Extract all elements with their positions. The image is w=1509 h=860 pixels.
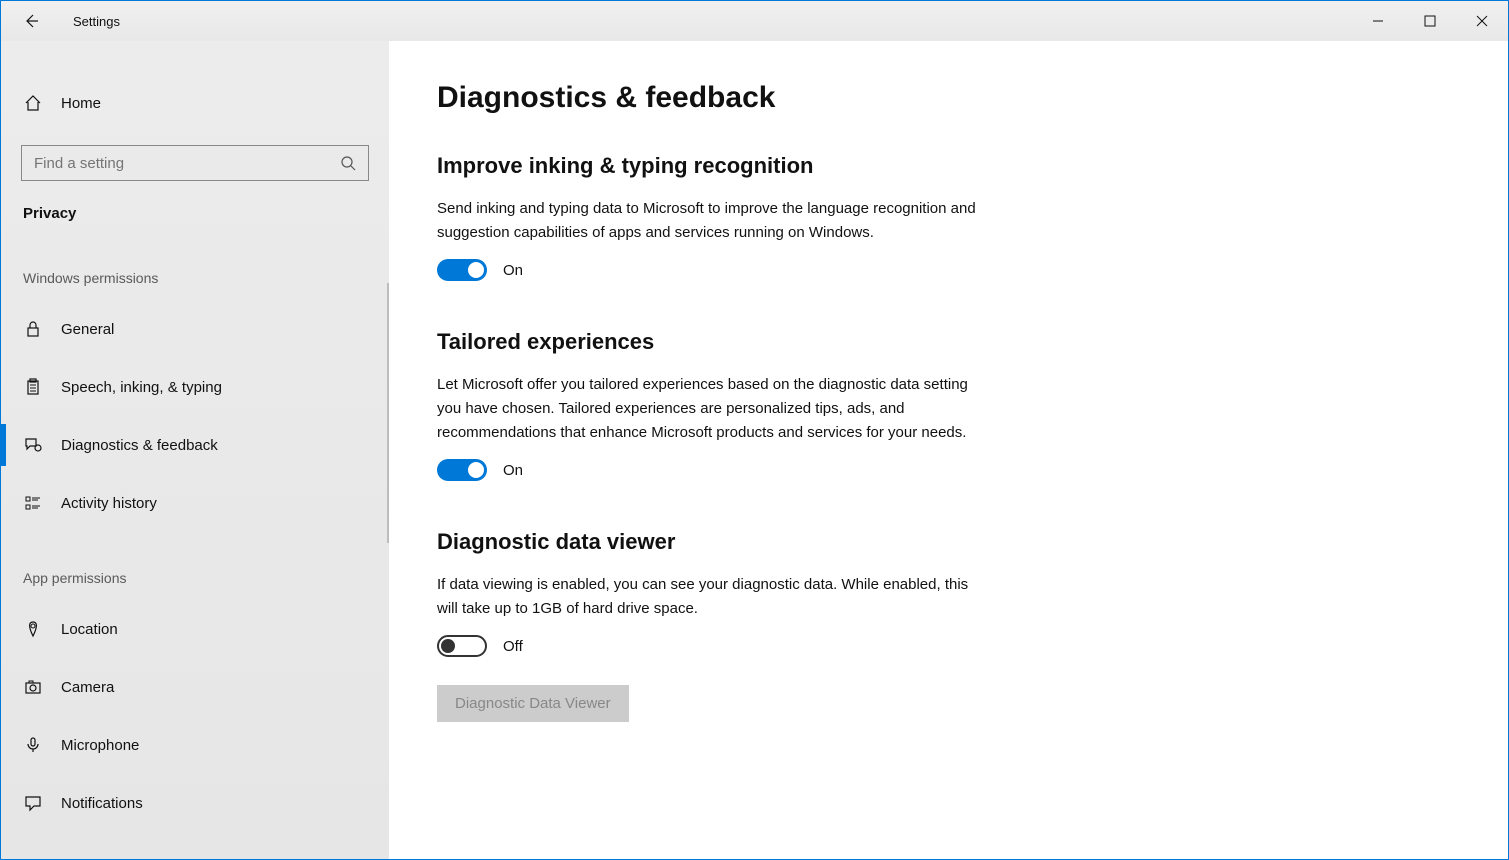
window-controls (1352, 1, 1508, 41)
clipboard-icon (23, 378, 43, 396)
toggle-tailored[interactable] (437, 459, 487, 481)
section-tailored-desc: Let Microsoft offer you tailored experie… (437, 373, 987, 445)
sidebar-item-notifications[interactable]: Notifications (1, 774, 389, 832)
sidebar-item-label: General (61, 321, 114, 338)
home-icon (23, 94, 43, 112)
sidebar-item-activity[interactable]: Activity history (1, 474, 389, 532)
lock-icon (23, 320, 43, 338)
content: Home Privacy Windows permissions General… (1, 41, 1508, 859)
minimize-button[interactable] (1352, 1, 1404, 41)
sidebar-item-location[interactable]: Location (1, 600, 389, 658)
page-title: Diagnostics & feedback (437, 81, 1460, 115)
location-icon (23, 620, 43, 638)
search-box[interactable] (21, 145, 369, 181)
section-viewer-title: Diagnostic data viewer (437, 529, 1460, 555)
titlebar-left: Settings (11, 1, 120, 41)
window-title: Settings (73, 14, 120, 29)
section-inking-desc: Send inking and typing data to Microsoft… (437, 197, 987, 245)
main-panel: Diagnostics & feedback Improve inking & … (389, 41, 1508, 859)
feedback-icon (23, 436, 43, 454)
sidebar-category: Privacy (1, 199, 389, 232)
sidebar-item-label: Microphone (61, 737, 139, 754)
toggle-inking-row: On (437, 259, 1460, 281)
sidebar-home[interactable]: Home (1, 83, 389, 123)
sidebar-item-camera[interactable]: Camera (1, 658, 389, 716)
toggle-viewer[interactable] (437, 635, 487, 657)
close-button[interactable] (1456, 1, 1508, 41)
sidebar-home-label: Home (61, 95, 101, 112)
notification-icon (23, 794, 43, 812)
sidebar: Home Privacy Windows permissions General… (1, 41, 389, 859)
toggle-viewer-label: Off (503, 638, 523, 655)
group-app-permissions: App permissions (1, 532, 389, 600)
toggle-viewer-row: Off (437, 635, 1460, 657)
sidebar-item-speech[interactable]: Speech, inking, & typing (1, 358, 389, 416)
diagnostic-data-viewer-button: Diagnostic Data Viewer (437, 685, 629, 722)
back-button[interactable] (11, 1, 51, 41)
sidebar-item-label: Location (61, 621, 118, 638)
microphone-icon (23, 736, 43, 754)
sidebar-item-label: Speech, inking, & typing (61, 379, 222, 396)
sidebar-item-label: Notifications (61, 795, 143, 812)
section-tailored-title: Tailored experiences (437, 329, 1460, 355)
toggle-tailored-label: On (503, 462, 523, 479)
sidebar-item-label: Camera (61, 679, 114, 696)
titlebar: Settings (1, 1, 1508, 41)
sidebar-item-diagnostics[interactable]: Diagnostics & feedback (1, 416, 389, 474)
section-inking-title: Improve inking & typing recognition (437, 153, 1460, 179)
sidebar-item-general[interactable]: General (1, 300, 389, 358)
search-icon (340, 155, 356, 171)
toggle-tailored-row: On (437, 459, 1460, 481)
search-input[interactable] (34, 155, 340, 172)
group-windows-permissions: Windows permissions (1, 232, 389, 300)
sidebar-item-label: Activity history (61, 495, 157, 512)
toggle-inking-label: On (503, 262, 523, 279)
toggle-inking[interactable] (437, 259, 487, 281)
maximize-button[interactable] (1404, 1, 1456, 41)
camera-icon (23, 678, 43, 696)
sidebar-item-label: Diagnostics & feedback (61, 437, 218, 454)
section-viewer-desc: If data viewing is enabled, you can see … (437, 573, 987, 621)
sidebar-item-microphone[interactable]: Microphone (1, 716, 389, 774)
history-icon (23, 494, 43, 512)
